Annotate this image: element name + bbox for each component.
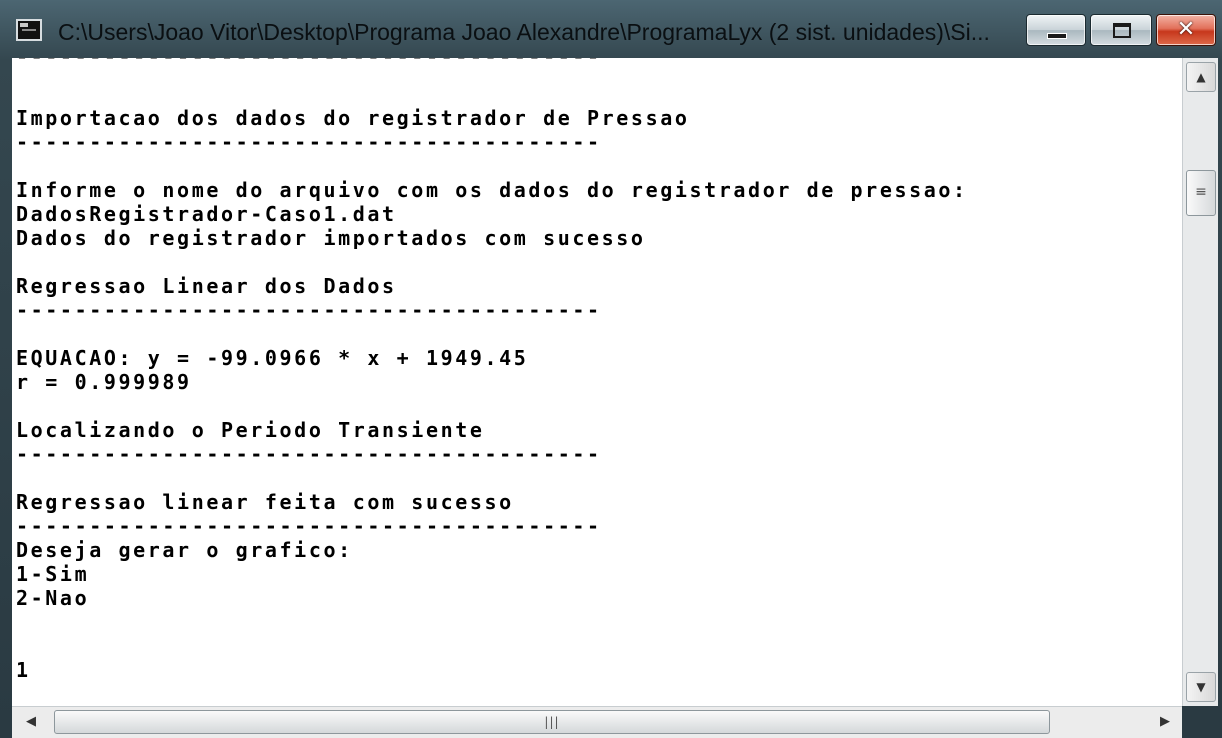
maximize-icon bbox=[1113, 23, 1131, 38]
console-line: Dados do registrador importados com suce… bbox=[16, 226, 646, 250]
scrollbar-corner bbox=[1182, 706, 1222, 738]
console-line: Informe o nome do arquivo com os dados d… bbox=[16, 178, 968, 202]
window-title: C:\Users\Joao Vitor\Desktop\Programa Joa… bbox=[58, 19, 990, 45]
horizontal-scroll-thumb[interactable]: ||| bbox=[54, 710, 1050, 734]
console-line: ---------------------------------------- bbox=[16, 442, 602, 466]
vertical-scrollbar[interactable]: ▲ ≡ ▼ bbox=[1182, 58, 1218, 706]
console-line: ---------------------------------------- bbox=[16, 298, 602, 322]
console-line: Regressao Linear dos Dados bbox=[16, 274, 397, 298]
console-line: ---------------------------------------- bbox=[16, 58, 602, 68]
console-line: r = 0.999989 bbox=[16, 370, 192, 394]
console-line: Importacao dos dados do registrador de P… bbox=[16, 106, 690, 130]
console-line: EQUACAO: y = -99.0966 * x + 1949.45 bbox=[16, 346, 529, 370]
scroll-down-button[interactable]: ▼ bbox=[1186, 672, 1216, 702]
title-bar[interactable]: C:\Users\Joao Vitor\Desktop\Programa Joa… bbox=[0, 0, 1222, 60]
console-window: C:\Users\Joao Vitor\Desktop\Programa Joa… bbox=[0, 0, 1222, 738]
minimize-icon bbox=[1047, 33, 1067, 39]
close-icon: ✕ bbox=[1176, 17, 1196, 42]
console-output[interactable]: ----------------------------------------… bbox=[12, 58, 1182, 706]
console-line: 2-Nao bbox=[16, 586, 90, 610]
console-line: ---------------------------------------- bbox=[16, 514, 602, 538]
console-app-icon[interactable] bbox=[16, 19, 42, 41]
horizontal-scrollbar[interactable]: ◀ ||| ▶ bbox=[12, 706, 1182, 738]
console-line: 1 bbox=[16, 658, 31, 682]
minimize-button[interactable] bbox=[1026, 14, 1086, 46]
close-button[interactable]: ✕ bbox=[1156, 14, 1216, 46]
console-line: 1-Sim bbox=[16, 562, 90, 586]
console-line: Deseja gerar o grafico: bbox=[16, 538, 353, 562]
console-line: Regressao linear feita com sucesso bbox=[16, 490, 514, 514]
console-line: DadosRegistrador-Caso1.dat bbox=[16, 202, 397, 226]
maximize-button[interactable] bbox=[1090, 14, 1152, 46]
scroll-up-button[interactable]: ▲ bbox=[1186, 62, 1216, 92]
scroll-right-button[interactable]: ▶ bbox=[1150, 711, 1180, 733]
console-line: ---------------------------------------- bbox=[16, 130, 602, 154]
console-line: Localizando o Periodo Transiente bbox=[16, 418, 485, 442]
vertical-scroll-thumb[interactable]: ≡ bbox=[1186, 170, 1216, 216]
scroll-left-button[interactable]: ◀ bbox=[16, 711, 46, 733]
